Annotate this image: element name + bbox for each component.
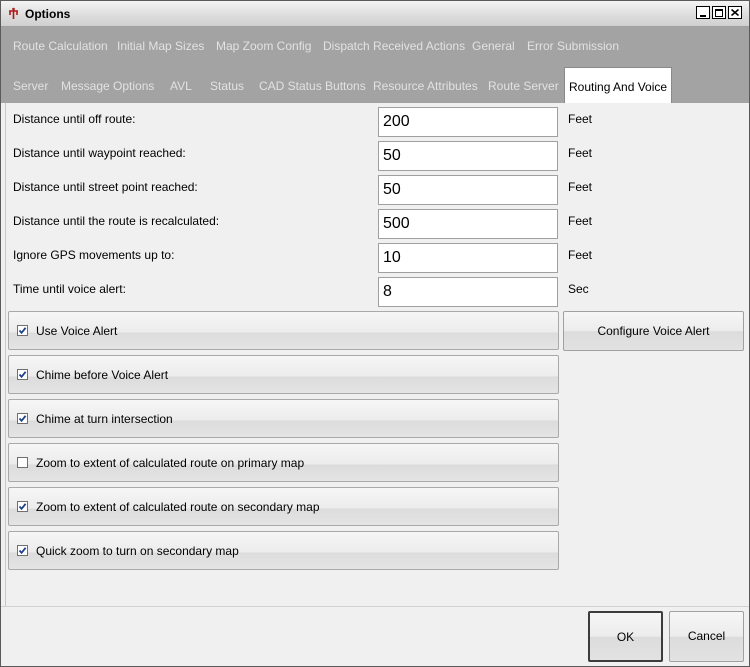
options-window: Options Route Calculation Initial Map Si…	[0, 0, 750, 667]
tab-avl[interactable]: AVL	[170, 71, 192, 101]
street-point-distance-unit: Feet	[568, 180, 593, 194]
chime-before-voice-alert-label: Chime before Voice Alert	[36, 368, 169, 382]
checkmark-icon	[18, 503, 27, 511]
off-route-distance-input[interactable]	[378, 107, 558, 137]
tab-general[interactable]: General	[472, 31, 515, 61]
off-route-distance-label: Distance until off route:	[13, 112, 136, 126]
chime-at-turn-toggle[interactable]: Chime at turn intersection	[8, 399, 559, 438]
chime-at-turn-checkbox[interactable]	[17, 413, 28, 424]
close-button[interactable]	[728, 6, 742, 19]
use-voice-alert-checkbox[interactable]	[17, 325, 28, 336]
close-icon	[731, 9, 739, 16]
tab-error-submission[interactable]: Error Submission	[527, 31, 619, 61]
quick-zoom-secondary-label: Quick zoom to turn on secondary map	[36, 544, 239, 558]
window-title: Options	[25, 7, 71, 21]
tab-routing-and-voice[interactable]: Routing And Voice	[564, 67, 673, 103]
configure-voice-alert-button[interactable]: Configure Voice Alert	[563, 311, 744, 351]
voice-alert-time-unit: Sec	[568, 282, 589, 296]
zoom-primary-map-toggle[interactable]: Zoom to extent of calculated route on pr…	[8, 443, 559, 482]
chime-at-turn-label: Chime at turn intersection	[36, 412, 173, 426]
tab-server[interactable]: Server	[13, 71, 48, 101]
zoom-primary-map-checkbox[interactable]	[17, 457, 28, 468]
ok-button[interactable]: OK	[588, 611, 663, 662]
waypoint-distance-input[interactable]	[378, 141, 558, 171]
checkmark-icon	[18, 415, 27, 423]
tab-route-server[interactable]: Route Server	[488, 71, 559, 101]
app-icon	[9, 7, 18, 19]
waypoint-distance-label: Distance until waypoint reached:	[13, 146, 186, 160]
gps-movement-input[interactable]	[378, 243, 558, 273]
maximize-button[interactable]	[712, 6, 726, 19]
quick-zoom-secondary-checkbox[interactable]	[17, 545, 28, 556]
tab-status[interactable]: Status	[210, 71, 244, 101]
tab-dispatch-received-actions[interactable]: Dispatch Received Actions	[323, 31, 465, 61]
footer-divider	[1, 606, 749, 607]
off-route-distance-unit: Feet	[568, 112, 593, 126]
tab-map-zoom-config[interactable]: Map Zoom Config	[216, 31, 311, 61]
tab-cad-status-buttons[interactable]: CAD Status Buttons	[259, 71, 366, 101]
cancel-button[interactable]: Cancel	[669, 611, 744, 662]
checkmark-icon	[18, 547, 27, 555]
gps-movement-unit: Feet	[568, 248, 593, 262]
recalculate-distance-label: Distance until the route is recalculated…	[13, 214, 220, 228]
street-point-distance-input[interactable]	[378, 175, 558, 205]
tab-resource-attributes[interactable]: Resource Attributes	[373, 71, 478, 101]
tab-initial-map-sizes[interactable]: Initial Map Sizes	[117, 31, 204, 61]
zoom-primary-map-label: Zoom to extent of calculated route on pr…	[36, 456, 305, 470]
checkmark-icon	[18, 327, 27, 335]
tab-route-calculation[interactable]: Route Calculation	[13, 31, 108, 61]
zoom-secondary-map-toggle[interactable]: Zoom to extent of calculated route on se…	[8, 487, 559, 526]
chime-before-voice-alert-toggle[interactable]: Chime before Voice Alert	[8, 355, 559, 394]
zoom-secondary-map-label: Zoom to extent of calculated route on se…	[36, 500, 320, 514]
voice-alert-time-label: Time until voice alert:	[13, 282, 126, 296]
minimize-button[interactable]	[696, 6, 710, 19]
street-point-distance-label: Distance until street point reached:	[13, 180, 198, 194]
tab-message-options[interactable]: Message Options	[61, 71, 154, 101]
checkmark-icon	[18, 371, 27, 379]
title-bar[interactable]: Options	[1, 1, 749, 27]
voice-alert-time-input[interactable]	[378, 277, 558, 307]
tab-strip: Route Calculation Initial Map Sizes Map …	[1, 27, 749, 103]
quick-zoom-secondary-toggle[interactable]: Quick zoom to turn on secondary map	[8, 531, 559, 570]
zoom-secondary-map-checkbox[interactable]	[17, 501, 28, 512]
chime-before-voice-alert-checkbox[interactable]	[17, 369, 28, 380]
recalculate-distance-input[interactable]	[378, 209, 558, 239]
use-voice-alert-label: Use Voice Alert	[36, 324, 118, 338]
gps-movement-label: Ignore GPS movements up to:	[13, 248, 175, 262]
waypoint-distance-unit: Feet	[568, 146, 593, 160]
recalculate-distance-unit: Feet	[568, 214, 593, 228]
use-voice-alert-toggle[interactable]: Use Voice Alert	[8, 311, 559, 350]
